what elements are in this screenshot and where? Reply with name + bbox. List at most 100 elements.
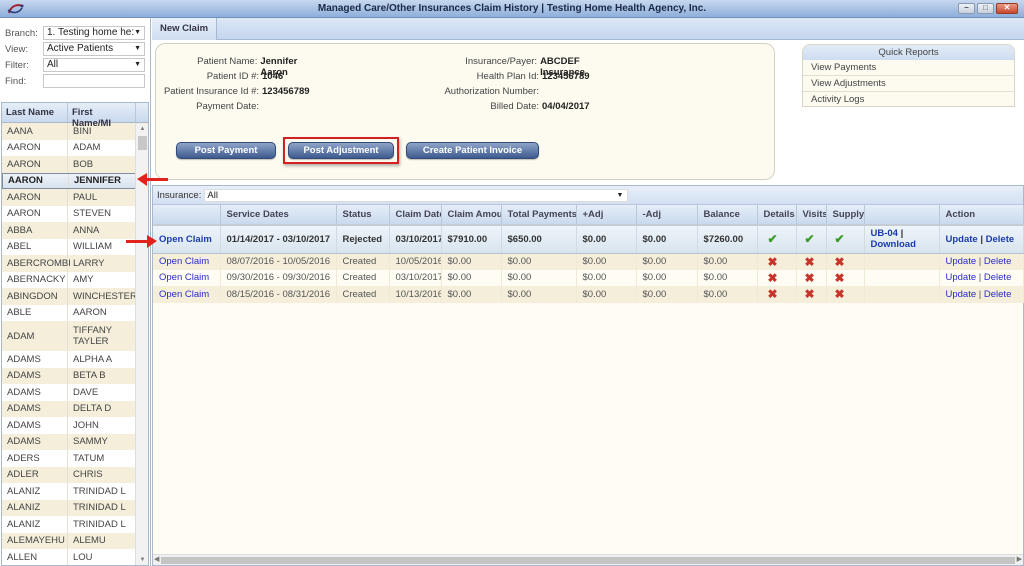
- insurance-select[interactable]: All ▼: [204, 188, 629, 202]
- patient-row[interactable]: ALLEN LOU: [2, 549, 148, 565]
- patient-row[interactable]: ADAMS DELTA D: [2, 400, 148, 417]
- scrollbar-thumb[interactable]: [138, 136, 147, 150]
- column-header[interactable]: Total Payments: [501, 205, 577, 226]
- scroll-right-icon[interactable]: ▶: [1017, 555, 1022, 563]
- patient-row-selected[interactable]: AARON JENNIFER: [2, 172, 148, 189]
- ub04-link[interactable]: UB-04: [871, 228, 898, 239]
- patient-row[interactable]: ALANIZ TRINIDAD L: [2, 516, 148, 533]
- patient-row[interactable]: ABBA ANNA: [2, 222, 148, 239]
- minimize-button[interactable]: –: [958, 3, 975, 14]
- patient-first-name: TRINIDAD L: [73, 502, 126, 514]
- filter-select[interactable]: All ▼: [43, 58, 145, 72]
- patient-last-name: ADAMS: [2, 400, 68, 417]
- patient-last-name: ADAMS: [2, 367, 68, 384]
- branch-label: Branch:: [5, 27, 38, 39]
- patient-row[interactable]: ADAMS ALPHA A: [2, 351, 148, 368]
- claim-amount: $7910.00: [441, 224, 502, 254]
- patient-row[interactable]: ABERNACKY AMY: [2, 271, 148, 288]
- title-bar: Managed Care/Other Insurances Claim Hist…: [0, 0, 1024, 18]
- update-link[interactable]: Update: [946, 289, 977, 300]
- tab-new-claim[interactable]: New Claim: [152, 18, 218, 40]
- delete-link[interactable]: Delete: [984, 272, 1011, 283]
- update-link[interactable]: Update: [946, 234, 978, 245]
- patient-row[interactable]: ALANIZ TRINIDAD L: [2, 483, 148, 500]
- scrollbar-thumb[interactable]: [161, 557, 1015, 564]
- create-patient-invoice-button[interactable]: Create Patient Invoice: [406, 142, 539, 159]
- patient-row[interactable]: AARON ADAM: [2, 139, 148, 156]
- patient-row[interactable]: ABLE AARON: [2, 304, 148, 321]
- claim-amount: $0.00: [441, 286, 502, 303]
- claims-horizontal-scrollbar[interactable]: ◀ ▶: [153, 554, 1023, 565]
- patient-first-name: WINCHESTER: [73, 290, 137, 302]
- column-header[interactable]: -Adj: [636, 205, 698, 226]
- close-button[interactable]: ✕: [996, 3, 1018, 14]
- column-header[interactable]: Service Dates: [220, 205, 337, 226]
- window-title: Managed Care/Other Insurances Claim Hist…: [317, 3, 707, 14]
- column-header-first-name[interactable]: First Name/MI: [68, 103, 136, 129]
- open-claim-link[interactable]: Open Claim: [159, 234, 212, 245]
- column-header-last-name[interactable]: Last Name: [2, 103, 68, 122]
- claim-date: 03/10/2017: [389, 224, 442, 254]
- details-cross-icon: ✖: [767, 254, 778, 269]
- patient-row[interactable]: AARON BOB: [2, 156, 148, 173]
- column-header[interactable]: Balance: [697, 205, 758, 226]
- patient-row[interactable]: ADLER CHRIS: [2, 466, 148, 483]
- patient-row[interactable]: ABINGDON WINCHESTER: [2, 288, 148, 305]
- view-select[interactable]: Active Patients ▼: [43, 42, 145, 56]
- delete-link[interactable]: Delete: [986, 234, 1015, 245]
- column-header[interactable]: Action: [939, 205, 1024, 226]
- column-header[interactable]: Details: [757, 205, 797, 226]
- tab-bar: New Claim: [152, 18, 1024, 40]
- patient-row[interactable]: ADAMS BETA B: [2, 367, 148, 384]
- column-header[interactable]: Claim Date: [389, 205, 442, 226]
- column-header[interactable]: Status: [336, 205, 390, 226]
- info-label: Authorization Number:: [444, 86, 539, 97]
- column-header[interactable]: +Adj: [576, 205, 637, 226]
- patient-row[interactable]: ALANIZ TRINIDAD L: [2, 499, 148, 516]
- patient-row[interactable]: ABERCROMBI LARRY: [2, 255, 148, 272]
- post-payment-button[interactable]: Post Payment: [176, 142, 276, 159]
- patient-row[interactable]: ADAMS DAVE: [2, 384, 148, 401]
- patient-first-name: LARRY: [73, 257, 105, 269]
- download-link[interactable]: Download: [871, 239, 916, 250]
- patient-row[interactable]: ADERS TATUM: [2, 450, 148, 467]
- branch-select[interactable]: 1. Testing home he: ▼: [43, 26, 145, 40]
- post-adjustment-button[interactable]: Post Adjustment: [288, 142, 394, 159]
- column-header[interactable]: [153, 205, 221, 226]
- open-claim-link[interactable]: Open Claim: [159, 289, 209, 300]
- supply-cross-icon: ✖: [834, 287, 845, 302]
- column-header[interactable]: Visits: [796, 205, 827, 226]
- update-link[interactable]: Update: [946, 272, 977, 283]
- column-header[interactable]: Claim Amoui: [441, 205, 502, 226]
- open-claim-link[interactable]: Open Claim: [159, 272, 209, 283]
- find-input[interactable]: [43, 74, 145, 88]
- view-adjustments-link[interactable]: View Adjustments: [803, 76, 1014, 92]
- patient-list-scrollbar[interactable]: ▲ ▼: [135, 124, 148, 565]
- patient-row[interactable]: AARON STEVEN: [2, 205, 148, 222]
- scroll-left-icon[interactable]: ◀: [154, 555, 159, 563]
- maximize-button[interactable]: □: [977, 3, 994, 14]
- patient-row[interactable]: AARON PAUL: [2, 189, 148, 206]
- column-header[interactable]: Supply: [826, 205, 865, 226]
- patient-row[interactable]: ADAM TIFFANY TAYLER: [2, 321, 148, 351]
- scroll-down-icon[interactable]: ▼: [136, 557, 148, 563]
- patient-last-name: ADLER: [2, 466, 68, 483]
- column-header[interactable]: [864, 205, 940, 226]
- open-claim-link[interactable]: Open Claim: [159, 256, 209, 267]
- service-dates: 08/15/2016 - 08/31/2016: [220, 286, 337, 303]
- supply-cross-icon: ✖: [834, 254, 845, 269]
- update-link[interactable]: Update: [946, 256, 977, 267]
- activity-logs-link[interactable]: Activity Logs: [803, 92, 1014, 106]
- patient-row[interactable]: ALEMAYEHU ALEMU: [2, 532, 148, 549]
- patient-row[interactable]: AANA BINI: [2, 123, 148, 140]
- view-payments-link[interactable]: View Payments: [803, 60, 1014, 76]
- patient-row[interactable]: ADAMS JOHN: [2, 417, 148, 434]
- scroll-up-icon[interactable]: ▲: [136, 126, 148, 132]
- info-field: Authorization Number:: [396, 86, 626, 101]
- info-field: Payment Date:: [156, 101, 326, 116]
- patient-first-name: TATUM: [73, 452, 105, 464]
- patient-list-header: Last Name First Name/MI: [2, 103, 148, 129]
- delete-link[interactable]: Delete: [984, 256, 1011, 267]
- patient-row[interactable]: ADAMS SAMMY: [2, 433, 148, 450]
- delete-link[interactable]: Delete: [984, 289, 1011, 300]
